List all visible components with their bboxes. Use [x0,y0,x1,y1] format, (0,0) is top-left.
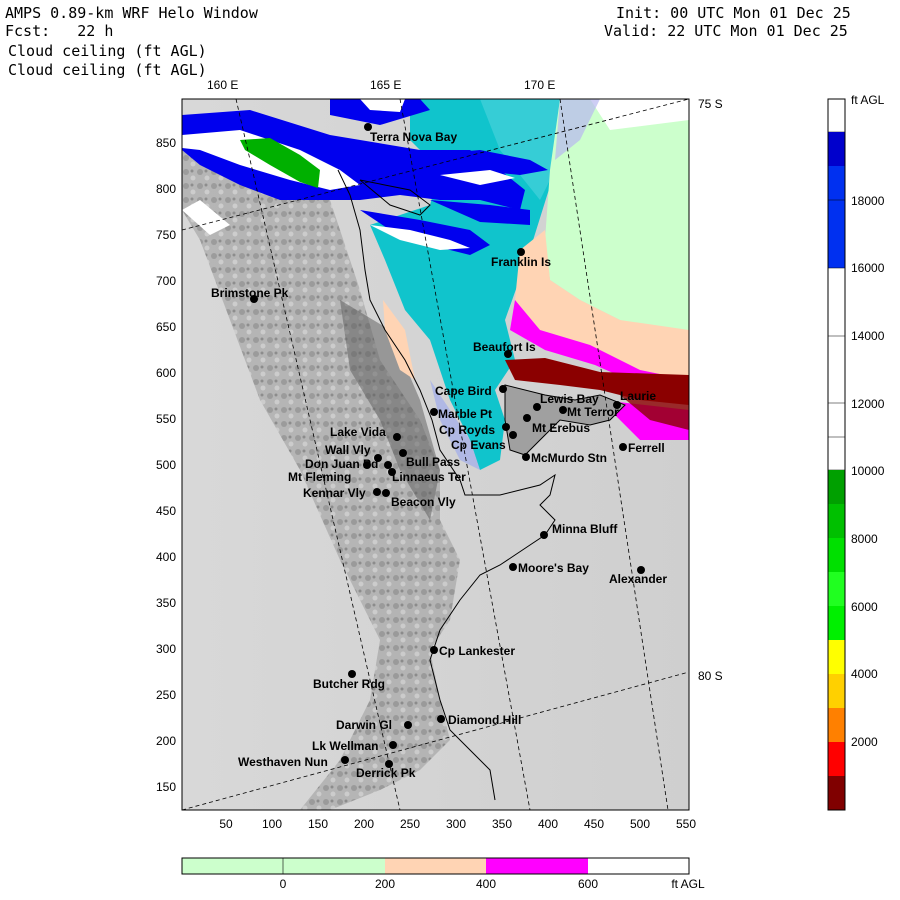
map-text-label: 850 [156,136,176,150]
colorbar-bottom-unit: ft AGL [671,877,705,891]
map-text-label: 250 [156,688,176,702]
station-cp-lankester: Cp Lankester [430,644,515,658]
map-text-label: 100 [262,817,282,831]
map-text-label: 0 [280,877,287,891]
colorbar-right [827,98,846,811]
map-text-label: Moore's Bay [518,561,589,575]
map-text-label: Linnaeus Ter [392,470,466,484]
map-text-label: 50 [219,817,233,831]
map-text-label: Brimstone Pk [211,286,289,300]
station-mt-terror: Mt Terror [559,405,619,419]
map-text-label: Mt Fleming [288,470,351,484]
map-text-label: 550 [676,817,696,831]
map-text-label: 18000 [851,194,885,208]
map-text-label: 10000 [851,464,885,478]
map-text-label: Darwin Gl [336,718,392,732]
map-text-label: 600 [578,877,598,891]
map-text-label: Butcher Rdg [313,677,385,691]
station-diamond-hill: Diamond Hill [437,713,521,727]
x-axis-ticks: 50 100 150 200 250 300 350 400 450 500 5… [219,817,696,831]
map-text-label: Franklin Is [491,255,551,269]
map-text-label: 600 [156,366,176,380]
station-linnaeus-ter: Linnaeus Ter [388,468,466,484]
map-text-label: 12000 [851,397,885,411]
colorbar-unit: ft AGL [851,93,885,107]
map-text-label: Don Juan Pd [305,457,378,471]
map-text-label: Bull Pass [406,455,460,469]
map-text-label: Lewis Bay [540,392,599,406]
map-text-label: 400 [156,550,176,564]
map-canvas: Terra Nova Bay Brimstone Pk Franklin Is … [156,78,885,891]
station-don-juan-pd: Don Juan Pd [305,457,378,471]
map-text-label: Lk Wellman [312,739,378,753]
map-text-label: Beaufort Is [473,340,536,354]
map-text-label: 500 [630,817,650,831]
map-text-label: 200 [156,734,176,748]
map-text-label: 650 [156,320,176,334]
map-text-label: Derrick Pk [356,766,416,780]
map-text-label: Laurie [620,389,656,403]
map-text-label: 150 [156,780,176,794]
colorbar-bottom [181,857,690,875]
map-text-label: Cp Evans [451,438,506,452]
map-text-label: 2000 [851,735,878,749]
lon-label: 160 E [207,78,238,92]
lat-label: 80 S [698,669,723,683]
map-text-label: Lake Vida [330,425,386,439]
map-text-label: 550 [156,412,176,426]
map-text-label: 500 [156,458,176,472]
map-text-label: Diamond Hill [448,713,521,727]
map-text-label: Ferrell [628,441,665,455]
map-text-label: 16000 [851,261,885,275]
map-text-label: Mt Terror [567,405,619,419]
station-marble-pt: Marble Pt [430,407,492,421]
map-text-label: Marble Pt [438,407,492,421]
latitude-labels: 75 S 80 S [698,97,723,683]
lon-label: 170 E [524,78,555,92]
map-text-label: Minna Bluff [552,522,618,536]
map-text-label: Westhaven Nun [238,755,328,769]
map-text-label: 4000 [851,667,878,681]
map-text-label: Wall Vly [325,443,371,457]
colorbar-right-labels: ft AGL 18000 16000 14000 12000 10000 800… [851,93,885,749]
y-axis-ticks: 850 800 750 700 650 600 550 500 450 400 … [156,136,176,794]
map-text-label: Cp Royds [439,423,495,437]
map-text-label: 6000 [851,600,878,614]
colorbar-bottom-labels: 0 200 400 600 ft AGL [280,877,705,891]
map-text-label: Cp Lankester [439,644,515,658]
map-text-label: Beacon Vly [391,495,456,509]
station-moores-bay: Moore's Bay [509,561,589,575]
map-text-label: Kennar Vly [303,486,366,500]
map-text-label: 14000 [851,329,885,343]
map-text-label: McMurdo Stn [531,451,607,465]
map-text-label: Terra Nova Bay [370,130,457,144]
map-text-label: Mt Erebus [532,421,590,435]
map-text-label: 450 [584,817,604,831]
map-text-label: 150 [308,817,328,831]
map-text-label: 400 [538,817,558,831]
map-text-label: 8000 [851,532,878,546]
map-text-label: 400 [476,877,496,891]
map-text-label: 700 [156,274,176,288]
lon-label: 165 E [370,78,401,92]
map-text-label: 350 [156,596,176,610]
map-text-label: 300 [446,817,466,831]
map-text-label: Alexander [609,572,667,586]
longitude-labels: 160 E 165 E 170 E [207,78,555,92]
map-text-label: 450 [156,504,176,518]
lat-label: 75 S [698,97,723,111]
map-text-label: 200 [354,817,374,831]
station-mcmurdo-stn: McMurdo Stn [522,451,607,465]
map-text-label: 300 [156,642,176,656]
map-text-label: 200 [375,877,395,891]
map-text-label: 750 [156,228,176,242]
map-text-label: 800 [156,182,176,196]
map-text-label: 250 [400,817,420,831]
map-text-label: Cape Bird [435,384,492,398]
map-text-label: 350 [492,817,512,831]
